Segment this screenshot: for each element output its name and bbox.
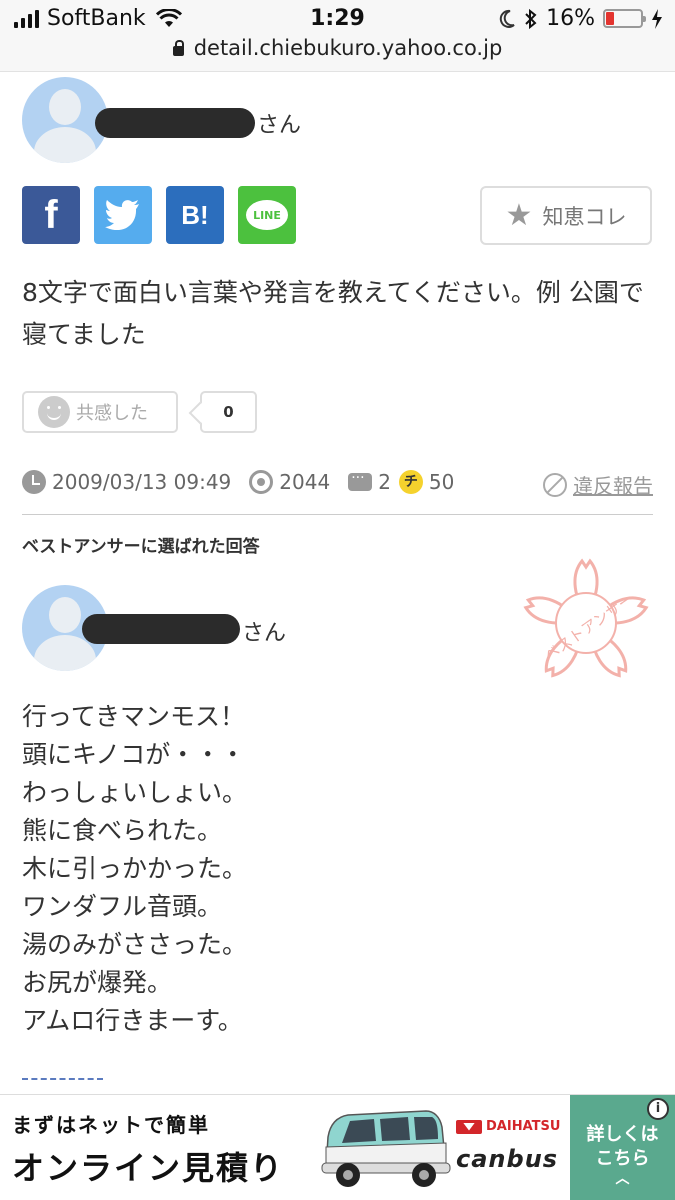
daihatsu-icon: [456, 1119, 482, 1134]
chevron-up-icon: ︿: [615, 1171, 630, 1187]
answer-line: お尻が爆発。: [22, 968, 173, 997]
answer-line: 頭にキノコが・・・: [22, 740, 246, 769]
ad-banner[interactable]: まずはネットで簡単 オンライン見積り DAIHATSU canbus 詳しくは …: [0, 1094, 675, 1200]
question-text: 8文字で面白い言葉や発言を教えてください。例 公園で寝てました: [22, 278, 644, 349]
coin-icon: チ: [398, 470, 423, 494]
smile-icon: [38, 396, 70, 428]
line-icon: LINE: [246, 200, 288, 230]
prohibited-icon: [543, 472, 567, 497]
coin-count: 50: [428, 470, 455, 494]
battery-icon: [603, 9, 646, 28]
report-link[interactable]: 違反報告: [543, 470, 653, 499]
star-icon: ★: [505, 197, 533, 233]
best-answer-heading: ベストアンサーに選ばれた回答: [22, 537, 260, 557]
answer-line: 湯のみがささった。: [22, 930, 248, 959]
keyword-link-underline[interactable]: [22, 1078, 103, 1080]
question-meta: 2009/03/13 09:49 2044 2 チ 50: [22, 470, 454, 494]
report-label: 違反報告: [573, 474, 653, 498]
answers-icon: [348, 470, 373, 491]
hatena-bookmark-button[interactable]: B!: [166, 186, 224, 244]
answer-line: ワンダフル音頭。: [22, 892, 223, 921]
best-answer-text: 行ってきマンモス！ 頭にキノコが・・・ わっしょいしょい。 熊に食べられた。 木…: [22, 698, 247, 1040]
lock-icon: [172, 40, 184, 56]
url-text: detail.chiebukuro.yahoo.co.jp: [193, 36, 503, 60]
redacted-username: [82, 614, 240, 644]
line-share-button[interactable]: LINE: [238, 186, 296, 244]
views-icon: [249, 470, 274, 494]
answer-line: 行ってきマンモス！: [22, 702, 246, 731]
twitter-share-button[interactable]: [94, 186, 152, 244]
ad-info-icon[interactable]: i: [647, 1098, 669, 1120]
answer-line: わっしょいしょい。: [22, 778, 248, 807]
charging-bolt-icon: [652, 8, 662, 29]
cta-line: 詳しくは: [586, 1124, 659, 1145]
facebook-icon: f: [44, 192, 58, 237]
browser-chrome: SoftBank 1:29 16% detail.chiebukuro.yaho…: [0, 0, 675, 72]
car-image-icon: [321, 1110, 451, 1187]
ad-headline-large: オンライン見積り: [12, 1149, 285, 1187]
answer-line: アムロ行きまーす。: [22, 1006, 243, 1035]
posted-date: 2009/03/13 09:49: [52, 470, 232, 494]
empathy-count: 0: [200, 391, 257, 433]
empathy-label: 共感した: [76, 403, 148, 424]
ad-maker-logo: DAIHATSU: [456, 1119, 560, 1134]
cta-line: こちら: [595, 1148, 650, 1169]
answer-line: 木に引っかかった。: [22, 854, 248, 883]
battery-percent: 16%: [546, 6, 595, 31]
divider: [22, 514, 653, 515]
answer-line: 熊に食べられた。: [22, 816, 223, 845]
chiekore-button[interactable]: ★ 知恵コレ: [480, 186, 652, 245]
twitter-bird-icon: [105, 200, 139, 230]
address-bar[interactable]: detail.chiebukuro.yahoo.co.jp: [0, 36, 675, 60]
ad-model-name: canbus: [456, 1145, 559, 1173]
bluetooth-icon: [525, 8, 537, 29]
clock-icon: [22, 470, 46, 494]
empathy-button[interactable]: 共感した: [22, 391, 178, 433]
author-suffix: さん: [242, 621, 287, 646]
facebook-share-button[interactable]: f: [22, 186, 80, 244]
best-answer-stamp-icon: ベストアンサー: [523, 558, 649, 678]
answer-count: 2: [378, 470, 391, 494]
status-right: 16%: [498, 6, 663, 31]
view-count: 2044: [279, 470, 331, 494]
moon-icon: [499, 9, 515, 28]
redacted-username: [95, 108, 255, 138]
empathy-count-value: 0: [223, 403, 234, 421]
hatena-icon: B!: [181, 199, 209, 230]
chiekore-label: 知恵コレ: [542, 204, 627, 229]
maker-name: DAIHATSU: [486, 1119, 561, 1134]
author-suffix: さん: [257, 113, 302, 138]
ad-headline-small: まずはネットで簡単: [12, 1113, 210, 1137]
